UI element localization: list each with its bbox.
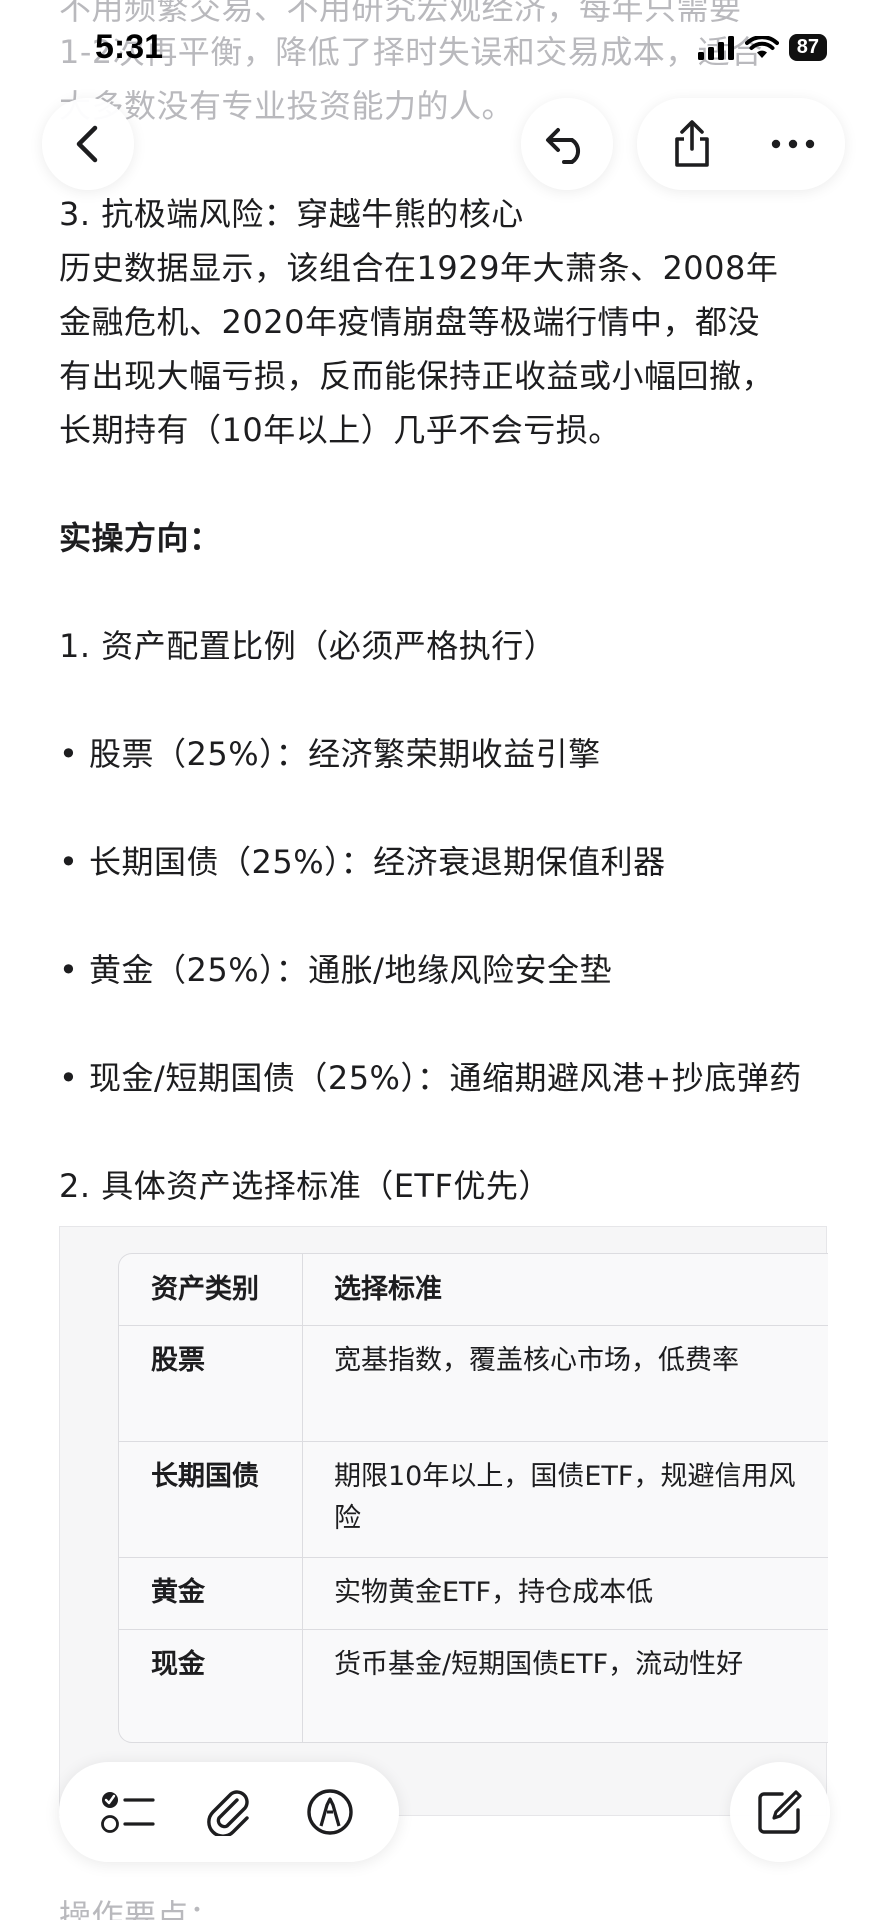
section-title: 实操方向： (59, 519, 222, 557)
status-icons: 87 (697, 34, 827, 61)
asset-table[interactable]: 资产类别 选择标准 股票 宽基指数，覆盖核心市场，低费率 长期国债 期限10年以… (118, 1253, 828, 1743)
subheading: 2. 具体资产选择标准（ETF优先） (59, 1167, 551, 1205)
subheading: 1. 资产配置比例（必须严格执行） (59, 627, 557, 665)
status-time: 5:31 (95, 28, 164, 66)
bullet-item: • 股票（25%）：经济繁荣期收益引擎 (59, 735, 601, 773)
table-header-row: 资产类别 选择标准 (119, 1254, 828, 1326)
back-button[interactable] (42, 98, 134, 190)
table-cell-category: 长期国债 (151, 1461, 259, 1492)
pen-markup-icon (307, 1789, 354, 1835)
status-bar: 5:31 87 (0, 0, 887, 90)
share-more-group (637, 98, 845, 190)
table-cell-category: 黄金 (151, 1577, 205, 1608)
table-header-cell: 资产类别 (151, 1274, 259, 1305)
note-content: 不用频繁交易、不用研究宏观经济，每年只需要 1-2次再平衡，降低了择时失误和交易… (0, 0, 887, 1920)
table-cell-criteria: 宽基指数，覆盖核心市场，低费率 (334, 1345, 739, 1376)
share-icon (675, 120, 709, 167)
compose-icon (758, 1790, 802, 1834)
more-button[interactable] (759, 110, 827, 178)
table-row: 长期国债 期限10年以上，国债ETF，规避信用风险 (119, 1442, 828, 1558)
table-row: 现金 货币基金/短期国债ETF，流动性好 (119, 1630, 828, 1742)
signal-icon (697, 35, 734, 60)
table-cell-category: 股票 (151, 1345, 205, 1376)
wifi-icon (744, 35, 779, 58)
paragraph-line: 有出现大幅亏损，反而能保持正收益或小幅回撤， (59, 357, 775, 395)
paperclip-icon (207, 1790, 249, 1836)
checklist-icon (100, 1792, 155, 1833)
paragraph-line: 历史数据显示，该组合在1929年大萧条、2008年 (59, 249, 779, 287)
table-header-cell: 选择标准 (334, 1274, 442, 1305)
bullet-item: • 现金/短期国债（25%）：通缩期避风港+抄底弹药 (59, 1059, 802, 1097)
table-cell-criteria: 期限10年以上，国债ETF，规避信用风险 (334, 1461, 796, 1534)
battery-indicator: 87 (788, 34, 827, 61)
paragraph-line: 长期持有（10年以上）几乎不会亏损。 (59, 411, 621, 449)
table-cell-criteria: 货币基金/短期国债ETF，流动性好 (334, 1649, 744, 1680)
undo-button[interactable] (521, 98, 613, 190)
checklist-button[interactable] (93, 1777, 163, 1847)
faded-text-line: 操作要点： (59, 1897, 222, 1920)
table-cell-criteria: 实物黄金ETF，持仓成本低 (334, 1577, 654, 1608)
table-row: 股票 宽基指数，覆盖核心市场，低费率 (119, 1326, 828, 1442)
compose-button[interactable] (730, 1762, 830, 1862)
chevron-left-icon (76, 125, 98, 163)
bottom-toolbar (59, 1762, 399, 1862)
table-cell-category: 现金 (151, 1649, 205, 1680)
table-block[interactable]: 资产类别 选择标准 股票 宽基指数，覆盖核心市场，低费率 长期国债 期限10年以… (59, 1226, 828, 1816)
bullet-item: • 长期国债（25%）：经济衰退期保值利器 (59, 843, 666, 881)
more-dots-icon (771, 139, 815, 149)
paragraph-line: 金融危机、2020年疫情崩盘等极端行情中，都没 (59, 303, 760, 341)
table-row: 黄金 实物黄金ETF，持仓成本低 (119, 1558, 828, 1630)
section-heading: 3. 抗极端风险：穿越牛熊的核心 (59, 195, 524, 233)
markup-button[interactable] (295, 1777, 365, 1847)
share-button[interactable] (659, 110, 725, 178)
bullet-item: • 黄金（25%）：通胀/地缘风险安全垫 (59, 951, 612, 989)
attach-button[interactable] (194, 1777, 264, 1847)
undo-arrow-icon (546, 128, 580, 164)
